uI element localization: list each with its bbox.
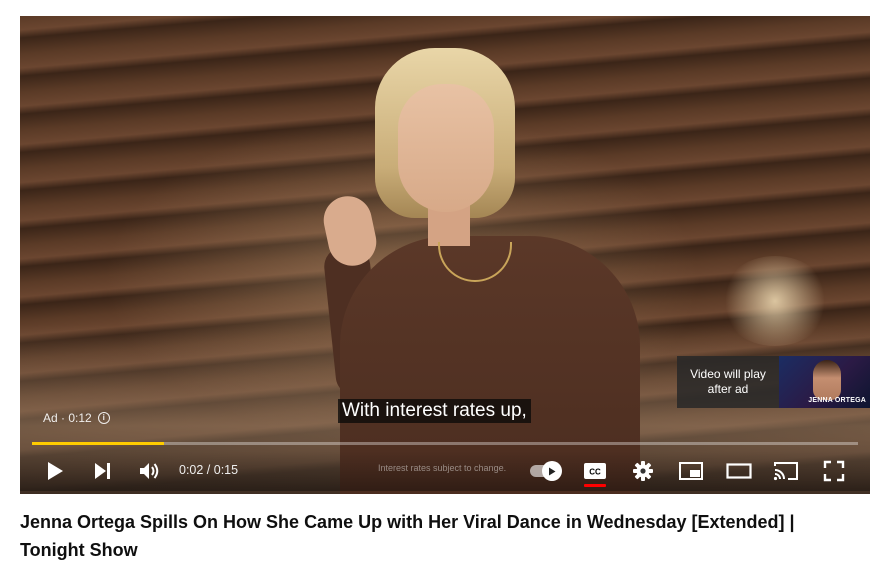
fullscreen-button[interactable] [821, 455, 847, 487]
subtitles-active-indicator [584, 484, 606, 487]
person-face [398, 84, 494, 212]
ad-disclaimer: Interest rates subject to change. [378, 463, 507, 473]
play-button[interactable] [42, 455, 68, 487]
miniplayer-button[interactable] [677, 455, 705, 487]
cast-button[interactable] [772, 455, 800, 487]
volume-icon [140, 463, 159, 479]
subtitles-button[interactable]: CC [582, 455, 608, 487]
video-player[interactable]: Ad · 0:12 i With interest rates up, Vide… [20, 16, 870, 494]
theater-mode-button[interactable] [724, 455, 754, 487]
fullscreen-icon [823, 460, 845, 482]
up-next-line-2: after ad [707, 382, 749, 396]
subtitles-icon: CC [584, 463, 606, 479]
next-button[interactable] [90, 455, 116, 487]
autoplay-knob [542, 461, 562, 481]
ad-label-text: Ad · 0:12 [43, 411, 92, 425]
autoplay-play-icon [549, 467, 556, 475]
up-next-card[interactable]: Video will play after ad JENNA ORTEGA [677, 356, 870, 408]
cast-icon [773, 462, 798, 481]
mute-button[interactable] [136, 455, 164, 487]
video-person [319, 46, 640, 494]
svg-text:CC: CC [589, 468, 601, 477]
theater-icon [726, 463, 752, 479]
up-next-line-1: Video will play [690, 367, 766, 381]
next-icon [95, 463, 110, 479]
play-icon [48, 462, 63, 480]
thumbnail-name: JENNA ORTEGA [808, 397, 866, 404]
time-display: 0:02 / 0:15 [179, 463, 239, 477]
settings-icon [633, 461, 653, 481]
autoplay-track [530, 461, 562, 481]
progress-bar[interactable] [32, 442, 858, 445]
control-bar: 0:02 / 0:15 Interest rates subject to ch… [20, 451, 870, 491]
info-icon[interactable]: i [97, 412, 110, 424]
progress-fill [32, 442, 165, 445]
thumbnail-person [813, 360, 841, 400]
up-next-text: Video will play after ad [677, 356, 779, 408]
up-next-thumbnail[interactable]: JENNA ORTEGA [779, 356, 870, 408]
autoplay-toggle[interactable] [527, 455, 562, 487]
caption-text: With interest rates up, [338, 399, 531, 423]
video-title: Jenna Ortega Spills On How She Came Up w… [20, 512, 795, 560]
settings-button[interactable] [630, 455, 656, 487]
miniplayer-icon [679, 462, 703, 480]
ad-badge[interactable]: Ad · 0:12 i [43, 411, 110, 425]
